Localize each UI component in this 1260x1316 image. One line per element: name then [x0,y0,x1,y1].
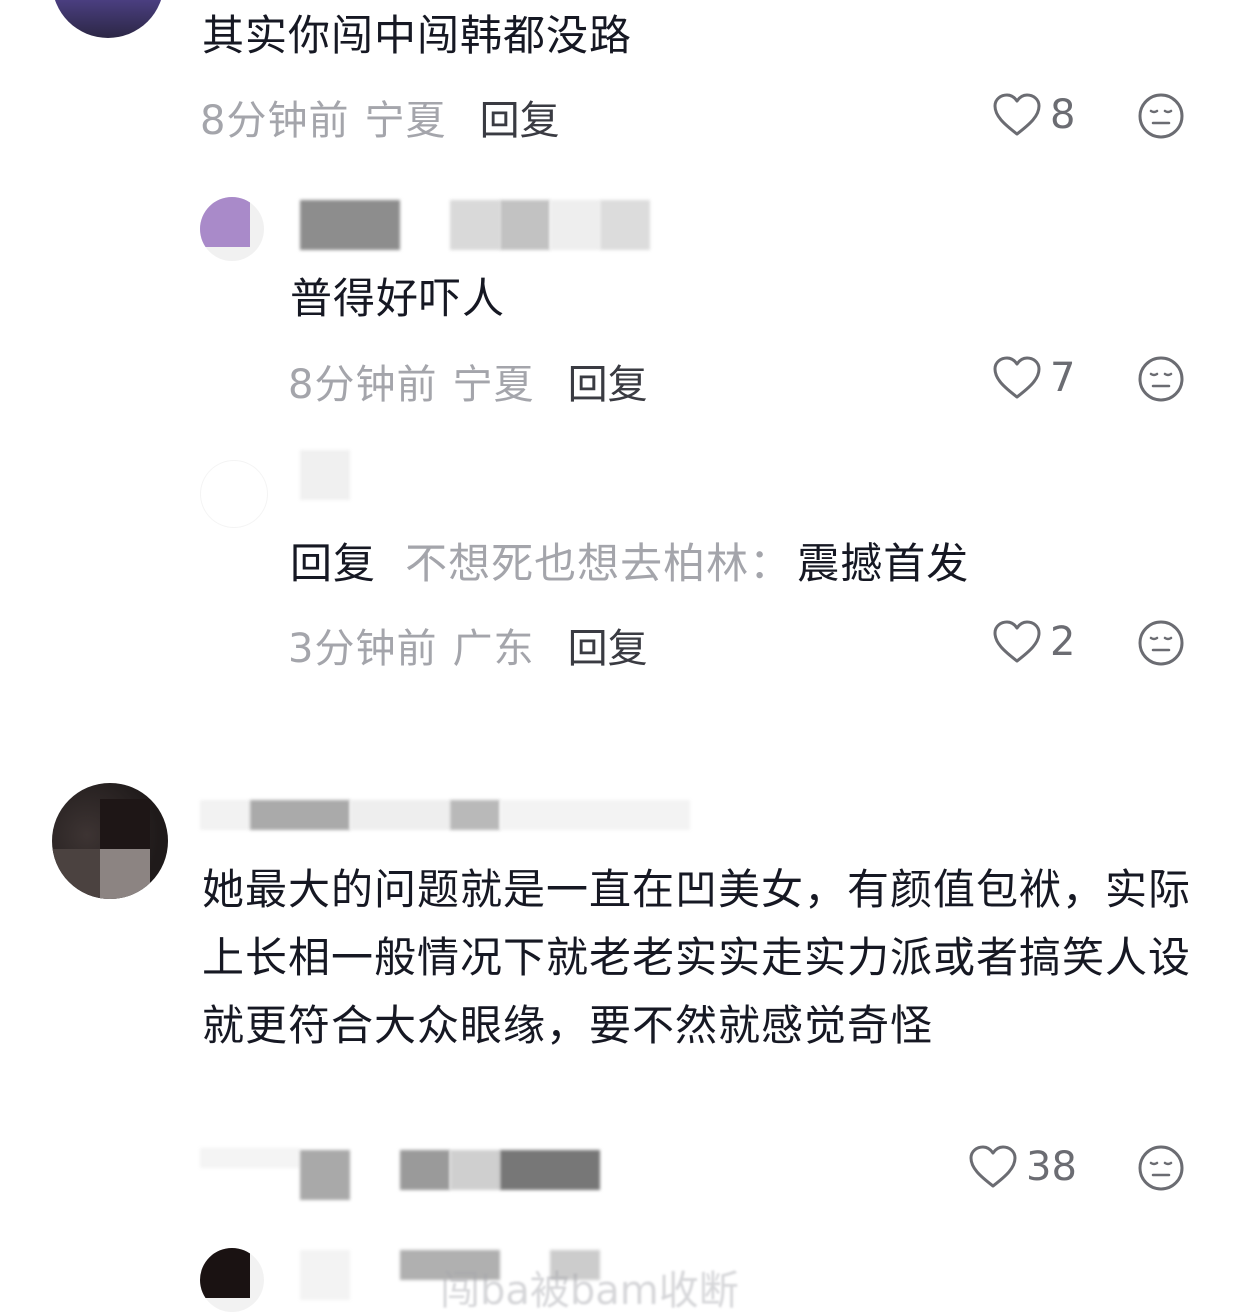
heart-outline-icon [993,93,1041,136]
comment-meta: 8分钟前 宁夏 回复 [288,352,648,410]
like-button[interactable]: 38 [968,1142,1077,1192]
username-blurred [500,200,550,250]
like-count: 2 [1050,619,1076,665]
reply-prefix: 回复 [290,539,377,588]
username-blurred [250,800,350,830]
comment-time: 8分钟前 [200,98,350,144]
comment-text: 其实你闯中闯韩都没路 [202,11,633,60]
reply-button[interactable]: 回复 [568,362,648,408]
avatar[interactable] [52,783,168,899]
comment-meta-blurred [400,1150,450,1190]
like-button[interactable]: 2 [992,617,1075,667]
heart-outline-icon [993,620,1041,663]
comment-meta-blurred [200,1148,300,1168]
username-partial[interactable]: 闯ba被bam收断 [440,1258,739,1316]
username-blurred[interactable] [300,450,350,500]
comment-location: 宁夏 [452,362,535,408]
like-count: 38 [1026,1144,1077,1190]
reply-separator: ： [749,539,793,588]
meh-face-icon[interactable] [1137,1144,1185,1192]
like-button[interactable]: 8 [992,90,1075,140]
comment-meta-blurred [500,1150,600,1190]
avatar[interactable] [200,460,268,528]
reply-line: 回复 不想死也想去柏林： 震撼首发 [290,530,969,598]
reply-target-user[interactable]: 不想死也想去柏林 [405,539,749,588]
meh-face-icon[interactable] [1137,355,1185,403]
heart-outline-icon [993,356,1041,399]
username-blurred[interactable] [200,800,250,830]
comment-time: 3分钟前 [288,626,438,672]
reply-button[interactable]: 回复 [480,98,560,144]
comment-text: 她最大的问题就是一直在凹美女，有颜值包袱，实际上长相一般情况下就老老实实走实力派… [202,865,1192,1050]
comment-meta-blurred [450,1150,500,1190]
comment-text: 普得好吓人 [290,274,506,323]
avatar[interactable] [200,197,264,261]
like-count: 7 [1050,355,1076,401]
comment-text: 震撼首发 [797,539,970,588]
username-blurred [600,200,650,250]
username-blurred[interactable] [300,200,400,250]
comment-meta: 8分钟前 宁夏 回复 [200,88,560,146]
avatar[interactable] [200,1248,264,1312]
comment-location: 宁夏 [364,98,447,144]
username-blurred [300,1250,350,1300]
username-blurred [500,800,690,830]
heart-outline-icon [969,1145,1017,1188]
meh-face-icon[interactable] [1137,92,1185,140]
username-blurred [350,800,450,830]
username-blurred [450,200,500,250]
avatar[interactable] [52,0,164,38]
meh-face-icon[interactable] [1137,619,1185,667]
comment-location: 广东 [452,626,535,672]
reply-button[interactable]: 回复 [568,626,648,672]
like-button[interactable]: 7 [992,353,1075,403]
like-count: 8 [1050,92,1076,138]
comment-meta: 3分钟前 广东 回复 [288,616,648,674]
comment-time: 8分钟前 [288,362,438,408]
username-blurred [450,800,500,830]
comment-meta-blurred [300,1150,350,1200]
username-blurred [550,200,600,250]
